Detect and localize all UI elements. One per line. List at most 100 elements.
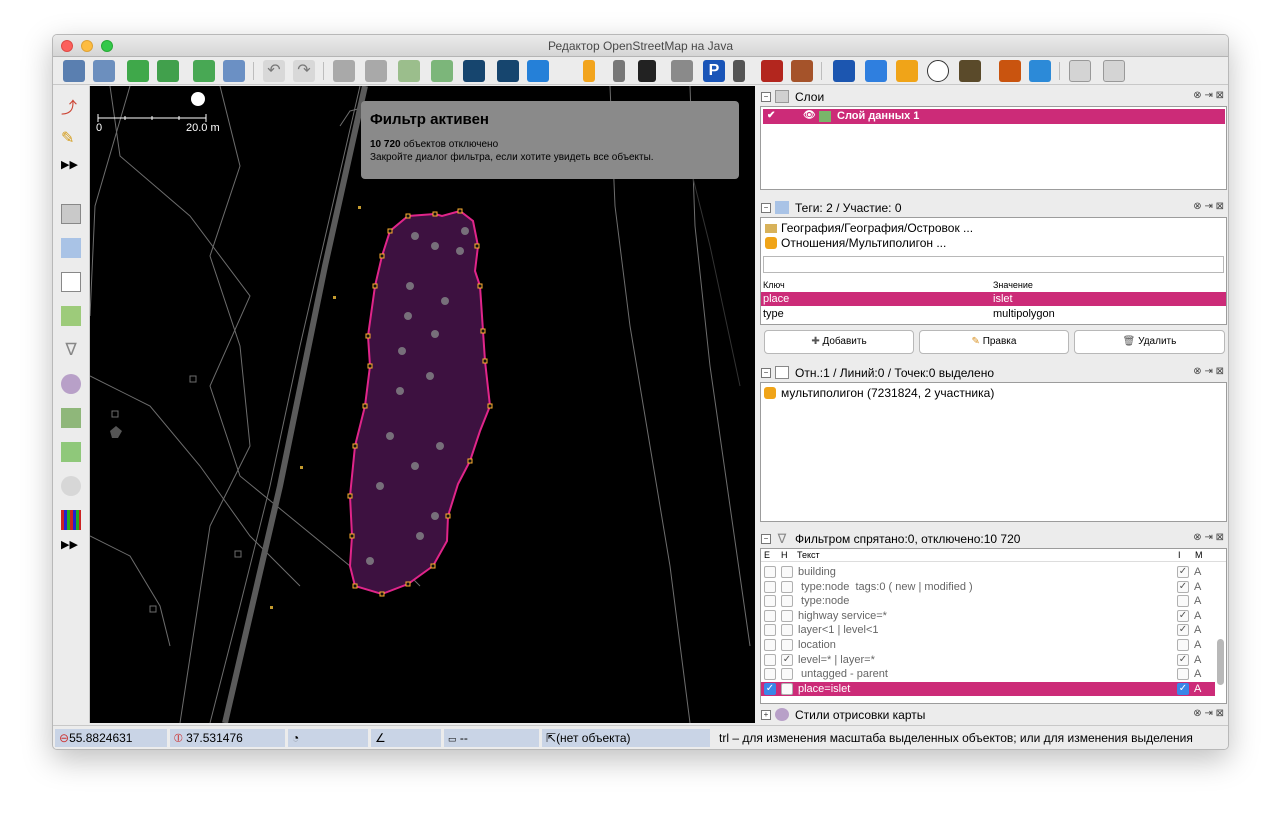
active-layer-icon[interactable]: ✔ — [767, 109, 775, 123]
zoom-in-icon[interactable] — [1069, 60, 1091, 82]
hide-checkbox[interactable] — [781, 668, 793, 681]
key-column-header[interactable]: Ключ — [763, 278, 785, 292]
author-icon[interactable] — [61, 408, 81, 428]
filter-scrollbar[interactable] — [1217, 639, 1224, 685]
undo-icon[interactable]: ↶ — [263, 60, 285, 82]
filter-text[interactable]: level=* | layer=* — [798, 653, 875, 667]
enable-checkbox[interactable] — [764, 580, 776, 593]
inverted-checkbox[interactable]: ✓ — [1177, 566, 1189, 578]
filter-text[interactable]: layer<1 | level<1 — [798, 623, 879, 637]
waterway-icon[interactable] — [1029, 60, 1051, 82]
imagery-icon[interactable] — [398, 60, 420, 82]
enable-checkbox[interactable] — [764, 595, 776, 608]
relation-icon[interactable] — [61, 306, 81, 326]
sport-icon[interactable] — [927, 60, 949, 82]
layer-name[interactable]: Слой данных 1 — [837, 109, 919, 123]
filter-mode[interactable]: A — [1194, 682, 1201, 696]
filter-text[interactable]: place=islet — [798, 682, 850, 696]
inverted-checkbox[interactable]: ✓ — [1177, 580, 1189, 593]
enable-checkbox[interactable] — [764, 566, 776, 578]
visibility-icon[interactable]: 👁 — [803, 109, 816, 123]
delete-tag-button[interactable]: 🗑 Удалить — [1074, 330, 1225, 354]
tag-value[interactable]: islet — [993, 292, 1013, 306]
selection-item[interactable]: мультиполигон (7231824, 2 участника) — [761, 386, 1226, 400]
tag-key[interactable]: type — [763, 307, 784, 321]
filter-mode[interactable]: A — [1194, 565, 1201, 579]
filter-mode[interactable]: A — [1194, 653, 1201, 667]
road-alt-icon[interactable] — [497, 60, 519, 82]
text-column-header[interactable]: Текст — [797, 549, 820, 562]
filter-row[interactable]: untagged - parent A — [761, 667, 1215, 681]
filter-text[interactable]: building — [798, 565, 836, 579]
selection-list-icon[interactable] — [61, 272, 81, 292]
mode-column-header[interactable]: M — [1195, 549, 1203, 562]
download-along-icon[interactable] — [157, 60, 179, 82]
inverted-checkbox[interactable] — [1177, 639, 1189, 651]
rail-track-icon[interactable] — [791, 60, 813, 82]
filter-row[interactable]: location A — [761, 638, 1215, 652]
filter-row[interactable]: type:node A — [761, 594, 1215, 608]
track-icon[interactable] — [638, 60, 656, 82]
road-icon[interactable] — [463, 60, 485, 82]
edit-tag-button[interactable]: ✎ Правка — [919, 330, 1069, 354]
inverted-checkbox[interactable]: ✓ — [1177, 682, 1189, 695]
map-view[interactable]: 0 20.0 m Фильтр активен 10 720 объектов … — [90, 86, 755, 723]
filter-row[interactable]: building ✓ A — [761, 565, 1215, 579]
enable-column-header[interactable]: E — [764, 549, 770, 562]
inverted-column-header[interactable]: I — [1178, 549, 1181, 562]
filter-mode[interactable]: A — [1194, 594, 1201, 608]
save-file-icon[interactable] — [93, 60, 115, 82]
enable-checkbox[interactable] — [764, 624, 776, 637]
selection-item-label[interactable]: мультиполигон (7231824, 2 участника) — [781, 386, 994, 400]
zoom-search-icon[interactable] — [431, 60, 453, 82]
changeset-icon[interactable] — [61, 476, 81, 496]
enable-checkbox[interactable] — [764, 653, 776, 666]
tags-panel-header[interactable]: − Теги: 2 / Участие: 0 ⊗ ⇥ ⊠ — [757, 199, 1228, 217]
expand-icon[interactable]: + — [761, 710, 771, 720]
panel-controls-icon[interactable]: ⊗ ⇥ ⊠ — [1193, 366, 1224, 377]
collapse-icon[interactable]: − — [761, 534, 771, 544]
download-icon[interactable] — [127, 60, 149, 82]
inverted-checkbox[interactable] — [1177, 595, 1189, 608]
road-lines-icon[interactable] — [613, 60, 625, 82]
collapse-icon[interactable]: − — [761, 368, 771, 378]
tag-row[interactable]: type multipolygon — [761, 307, 1226, 321]
history-icon[interactable] — [61, 510, 81, 530]
tag-value[interactable]: multipolygon — [993, 307, 1055, 321]
filter-text[interactable]: untagged - parent — [798, 667, 888, 681]
panel-controls-icon[interactable]: ⊗ ⇥ ⊠ — [1193, 532, 1224, 543]
more-dialogs-icon[interactable]: ▶▶ — [61, 538, 81, 558]
preferences-icon[interactable] — [333, 60, 355, 82]
hide-checkbox[interactable] — [781, 595, 793, 608]
inverted-checkbox[interactable] — [1177, 668, 1189, 681]
filter-text[interactable]: type:node tags:0 ( new | modified ) — [798, 580, 973, 594]
building-icon[interactable] — [761, 60, 783, 82]
selection-panel-header[interactable]: − Отн.:1 / Линий:0 / Точек:0 выделено ⊗ … — [757, 364, 1228, 382]
filter-panel-header[interactable]: − ∇ Фильтром спрятано:0, отключено:10 72… — [757, 530, 1228, 548]
filter-text[interactable]: location — [798, 638, 836, 652]
traffic-icon[interactable] — [583, 60, 595, 82]
inverted-checkbox[interactable]: ✓ — [1177, 653, 1189, 666]
tags-icon[interactable] — [61, 238, 81, 258]
hide-checkbox[interactable] — [781, 566, 793, 578]
more-modes-icon[interactable]: ▶▶ — [61, 158, 81, 178]
zoom-out-icon[interactable] — [1103, 60, 1125, 82]
peak-icon[interactable] — [999, 60, 1021, 82]
collapse-icon[interactable]: − — [761, 92, 771, 102]
validation-icon[interactable] — [61, 442, 81, 462]
industrial-icon[interactable] — [959, 60, 981, 82]
preset-label-1[interactable]: География/География/Островок ... — [781, 221, 973, 235]
filter-text[interactable]: type:node — [798, 594, 849, 608]
styles-panel-header[interactable]: + Стили отрисовки карты ⊗ ⇥ ⊠ — [757, 706, 1228, 724]
tag-row[interactable]: place islet — [761, 292, 1226, 306]
redo-icon[interactable]: ↷ — [293, 60, 315, 82]
preset-label-2[interactable]: Отношения/Мультиполигон ... — [781, 236, 946, 250]
upload-icon[interactable] — [193, 60, 215, 82]
signal-icon[interactable] — [733, 60, 745, 82]
filter-mode[interactable]: A — [1194, 623, 1201, 637]
enable-checkbox[interactable] — [764, 639, 776, 651]
hide-checkbox[interactable] — [781, 624, 793, 637]
enable-checkbox[interactable]: ✓ — [764, 682, 776, 695]
panel-controls-icon[interactable]: ⊗ ⇥ ⊠ — [1193, 201, 1224, 212]
plugin-icon[interactable] — [365, 60, 387, 82]
